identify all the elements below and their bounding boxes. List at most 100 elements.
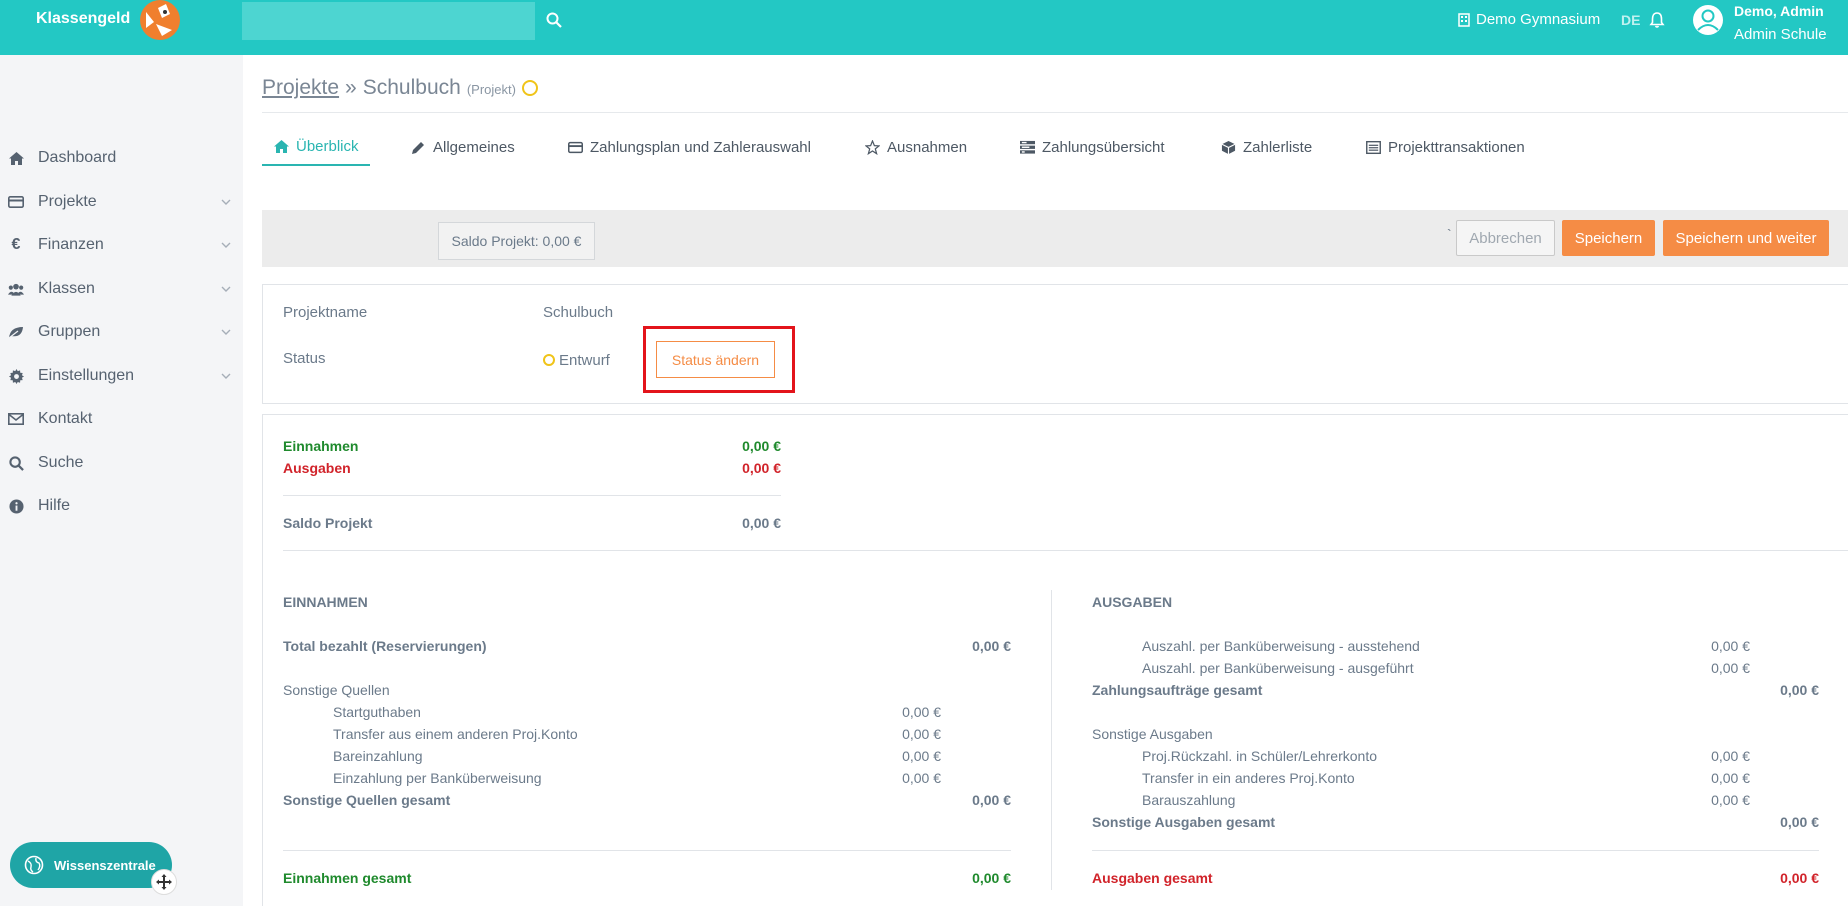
total-paid-label: Total bezahlt (Reservierungen)	[283, 638, 487, 654]
sidebar-item-label: Hilfe	[38, 497, 71, 514]
column-divider	[1051, 590, 1052, 890]
sidebar-item-finanzen[interactable]: € Finanzen	[0, 227, 243, 263]
tab-projekttransaktionen[interactable]: Projekttransaktionen	[1366, 128, 1525, 166]
wissenszentrale-button[interactable]: Wissenszentrale	[10, 842, 172, 888]
chevron-down-icon	[221, 373, 231, 379]
expense-row-value: 0,00 €	[1711, 770, 1750, 786]
bell-icon[interactable]	[1649, 11, 1665, 29]
summary-income-value: 0,00 €	[742, 438, 781, 454]
sidebar-item-label: Kontakt	[38, 410, 93, 427]
divider	[283, 850, 1011, 851]
other-expenses-total-label: Sonstige Ausgaben gesamt	[1092, 814, 1276, 830]
chevron-down-icon	[221, 286, 231, 292]
other-expenses-total-value: 0,00 €	[1780, 814, 1819, 830]
expense-row-value: 0,00 €	[1711, 660, 1750, 676]
tasks-icon	[1020, 140, 1035, 154]
expense-row-label: Barauszahlung	[1142, 792, 1236, 808]
sidebar-item-hilfe[interactable]: Hilfe	[0, 488, 243, 524]
status-ring-icon	[521, 80, 538, 96]
gear-icon	[8, 368, 24, 384]
summary-income-label: Einnahmen	[283, 438, 359, 454]
star-icon	[865, 139, 880, 155]
cancel-button[interactable]: Abbrechen	[1456, 220, 1555, 256]
expense-row-label: Proj.Rückzahl. in Schüler/Lehrerkonto	[1142, 748, 1378, 764]
building-icon	[1458, 12, 1470, 27]
divider	[283, 495, 781, 496]
breadcrumb: Projekte » Schulbuch (Projekt)	[262, 76, 538, 100]
tab-zahlungsplan[interactable]: Zahlungsplan und Zahlerauswahl	[568, 128, 811, 166]
sidebar-item-klassen[interactable]: Klassen	[0, 271, 243, 307]
expense-row-label: Transfer in ein anderes Proj.Konto	[1142, 770, 1355, 786]
sidebar-item-label: Projekte	[38, 193, 97, 210]
tab-allgemeines[interactable]: Allgemeines	[411, 128, 515, 166]
tab-ueberblick[interactable]: Überblick	[262, 128, 370, 166]
tab-label: Überblick	[296, 137, 359, 155]
summary-saldo-value: 0,00 €	[742, 515, 781, 531]
income-heading: EINNAHMEN	[283, 594, 368, 610]
tab-bar: Überblick Allgemeines Zahlungsplan und Z…	[262, 128, 1848, 166]
expense-grand-total-label: Ausgaben gesamt	[1092, 870, 1213, 886]
expense-row-value: 0,00 €	[1711, 638, 1750, 654]
divider	[262, 112, 1848, 113]
finance-panel	[262, 414, 1848, 906]
brand-name[interactable]: Klassengeld	[36, 10, 130, 28]
page-type: (Projekt)	[466, 82, 516, 97]
sidebar-item-dashboard[interactable]: Dashboard	[0, 140, 243, 176]
expense-row-value: 0,00 €	[1711, 792, 1750, 808]
status-label: Status	[283, 350, 326, 367]
other-expenses-label: Sonstige Ausgaben	[1092, 726, 1213, 742]
status-value: Entwurf	[543, 352, 610, 369]
expense-grand-total-value: 0,00 €	[1780, 870, 1819, 886]
breadcrumb-separator: »	[345, 76, 357, 99]
school-selector[interactable]: Demo Gymnasium	[1458, 11, 1600, 28]
sidebar-item-projekte[interactable]: Projekte	[0, 184, 243, 220]
top-bar: Klassengeld Demo Gymnasium DE Demo, Admi…	[0, 0, 1848, 55]
change-status-button[interactable]: Status ändern	[656, 341, 775, 378]
list-icon	[1366, 140, 1381, 154]
chevron-down-icon	[221, 329, 231, 335]
total-paid-value: 0,00 €	[972, 638, 1011, 654]
tab-label: Zahlerliste	[1243, 138, 1313, 156]
tab-label: Allgemeines	[433, 138, 515, 156]
breadcrumb-projekte-link[interactable]: Projekte	[262, 76, 339, 100]
other-sources-total-value: 0,00 €	[972, 792, 1011, 808]
home-icon	[274, 139, 289, 153]
search-input[interactable]	[242, 2, 535, 40]
project-name-value: Schulbuch	[543, 304, 614, 321]
info-icon	[8, 498, 24, 514]
tab-ausnahmen[interactable]: Ausnahmen	[865, 128, 967, 166]
sidebar-item-label: Suche	[38, 454, 84, 471]
page-title: Schulbuch	[362, 76, 461, 99]
tab-zahlungsuebersicht[interactable]: Zahlungsübersicht	[1020, 128, 1165, 166]
globe-icon	[24, 855, 44, 875]
income-row-value: 0,00 €	[902, 704, 941, 720]
envelope-icon	[8, 411, 24, 427]
language-switch[interactable]: DE	[1621, 12, 1640, 28]
payment-orders-total-value: 0,00 €	[1780, 682, 1819, 698]
search-icon	[8, 455, 24, 471]
euro-icon: €	[11, 236, 21, 253]
user-name[interactable]: Demo, Admin	[1734, 3, 1824, 19]
income-row-label: Einzahlung per Banküberweisung	[333, 770, 542, 786]
users-icon	[8, 281, 24, 297]
move-handle[interactable]	[151, 869, 177, 895]
save-and-continue-button[interactable]: Speichern und weiter	[1663, 220, 1829, 256]
tab-zahlerliste[interactable]: Zahlerliste	[1221, 128, 1312, 166]
sidebar-item-kontakt[interactable]: Kontakt	[0, 401, 243, 437]
status-ring-icon	[543, 354, 555, 366]
cube-icon	[1221, 140, 1236, 154]
sidebar-item-suche[interactable]: Suche	[0, 445, 243, 481]
save-button[interactable]: Speichern	[1562, 220, 1655, 256]
avatar-icon[interactable]	[1692, 4, 1724, 36]
leaf-icon	[8, 324, 24, 340]
summary-expense-value: 0,00 €	[742, 460, 781, 476]
divider	[1092, 850, 1819, 851]
payment-orders-total-label: Zahlungsaufträge gesamt	[1092, 682, 1263, 698]
search-icon[interactable]	[546, 12, 562, 28]
saldo-badge: Saldo Projekt: 0,00 €	[438, 222, 595, 260]
credit-card-icon	[8, 194, 24, 210]
fox-logo-icon	[140, 0, 180, 40]
sidebar-item-label: Einstellungen	[38, 367, 135, 384]
sidebar-item-gruppen[interactable]: Gruppen	[0, 314, 243, 350]
sidebar-item-einstellungen[interactable]: Einstellungen	[0, 358, 243, 394]
